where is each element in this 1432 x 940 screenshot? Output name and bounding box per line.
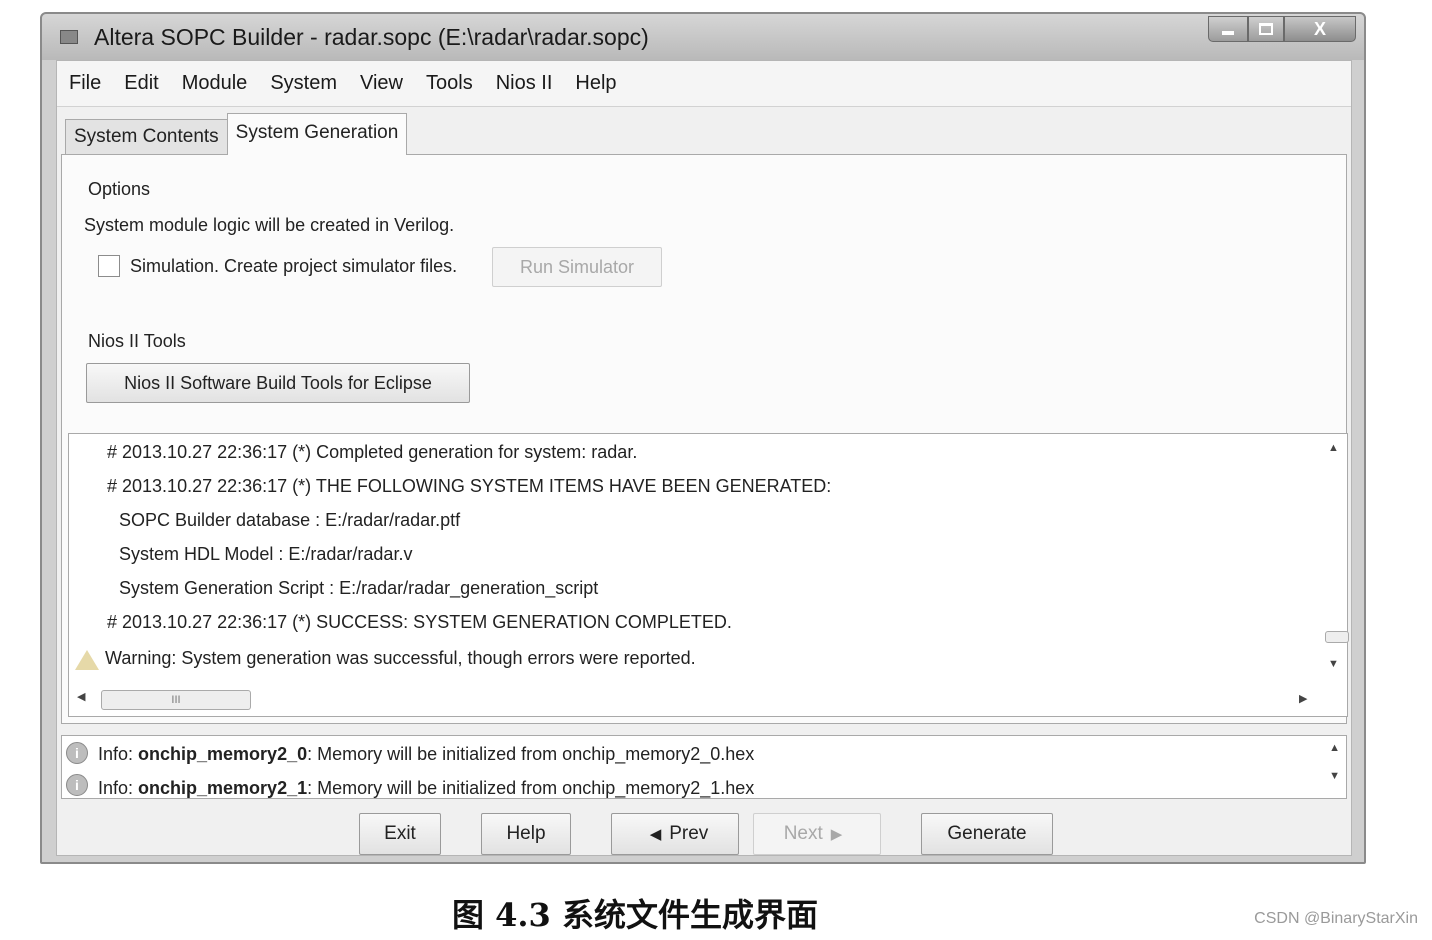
menu-bar: File Edit Module System View Tools Nios … bbox=[57, 61, 1351, 107]
tab-system-contents[interactable]: System Contents bbox=[65, 119, 228, 155]
menu-edit[interactable]: Edit bbox=[124, 72, 158, 95]
exit-button[interactable]: Exit bbox=[359, 813, 441, 855]
tab-bar: System Contents System Generation bbox=[65, 113, 408, 155]
prev-button[interactable]: ◀ Prev bbox=[611, 813, 739, 855]
app-icon bbox=[60, 30, 78, 44]
info-prefix: Info: bbox=[98, 778, 139, 798]
menu-file[interactable]: File bbox=[69, 72, 101, 95]
title-bar[interactable]: Altera SOPC Builder - radar.sopc (E:\rad… bbox=[42, 14, 1364, 60]
menu-tools[interactable]: Tools bbox=[426, 72, 473, 95]
tab-system-generation[interactable]: System Generation bbox=[226, 113, 408, 155]
info-prefix: Info: bbox=[98, 744, 139, 764]
log-line: # 2013.10.27 22:36:17 (*) THE FOLLOWING … bbox=[107, 476, 832, 496]
scroll-right-icon[interactable]: ▶ bbox=[1299, 692, 1307, 705]
info-component-name: onchip_memory2_1 bbox=[138, 778, 308, 798]
run-simulator-button[interactable]: Run Simulator bbox=[492, 247, 662, 287]
log-line: # 2013.10.27 22:36:17 (*) Completed gene… bbox=[107, 442, 638, 462]
close-icon: X bbox=[1313, 18, 1326, 39]
generation-log[interactable]: # 2013.10.27 22:36:17 (*) Completed gene… bbox=[68, 433, 1349, 717]
log-line: System Generation Script : E:/radar/rada… bbox=[119, 578, 599, 598]
options-heading: Options bbox=[88, 179, 151, 199]
menu-module[interactable]: Module bbox=[182, 72, 248, 95]
nios-tools-heading: Nios II Tools bbox=[88, 331, 186, 351]
minimize-button[interactable] bbox=[1208, 16, 1248, 42]
prev-label: Prev bbox=[669, 823, 709, 844]
system-generation-panel: Options System module logic will be crea… bbox=[61, 154, 1349, 724]
info-scroll-up-icon[interactable]: ▲ bbox=[1329, 742, 1340, 754]
info-icon: i bbox=[66, 774, 88, 796]
log-vertical-scrollbar[interactable]: ▲ ▼ bbox=[1321, 436, 1349, 676]
simulation-checkbox[interactable] bbox=[98, 255, 120, 277]
window-controls: X bbox=[1208, 16, 1356, 42]
log-line: # 2013.10.27 22:36:17 (*) SUCCESS: SYSTE… bbox=[107, 612, 732, 632]
menu-nios-ii[interactable]: Nios II bbox=[496, 72, 553, 95]
simulation-label: Simulation. Create project simulator fil… bbox=[130, 255, 458, 276]
log-line: System HDL Model : E:/radar/radar.v bbox=[119, 544, 413, 564]
help-button[interactable]: Help bbox=[481, 813, 571, 855]
info-icon: i bbox=[66, 742, 88, 764]
info-line: Info: onchip_memory2_1: Memory will be i… bbox=[98, 778, 755, 798]
info-messages[interactable]: i Info: onchip_memory2_0: Memory will be… bbox=[61, 735, 1347, 799]
menu-system[interactable]: System bbox=[270, 72, 337, 95]
next-button[interactable]: Next ▶ bbox=[753, 813, 881, 855]
log-line: SOPC Builder database : E:/radar/radar.p… bbox=[119, 510, 461, 530]
sopc-builder-window: Altera SOPC Builder - radar.sopc (E:\rad… bbox=[40, 12, 1366, 864]
log-horizontal-thumb[interactable]: III bbox=[101, 690, 251, 710]
close-button[interactable]: X bbox=[1284, 16, 1356, 42]
info-component-name: onchip_memory2_0 bbox=[138, 744, 308, 764]
watermark: CSDN @BinaryStarXin bbox=[1254, 910, 1418, 927]
next-arrow-icon: ▶ bbox=[830, 826, 843, 843]
window-title: Altera SOPC Builder - radar.sopc (E:\rad… bbox=[94, 24, 649, 50]
log-horizontal-scrollbar[interactable]: ◀ III ▶ bbox=[71, 688, 1311, 710]
log-vertical-thumb[interactable] bbox=[1325, 631, 1349, 643]
log-warning-line: Warning: System generation was successfu… bbox=[105, 648, 696, 668]
simulation-option: Simulation. Create project simulator fil… bbox=[98, 255, 457, 277]
figure-caption: 图 4.3 系统文件生成界面 bbox=[452, 896, 818, 934]
scroll-left-icon[interactable]: ◀ bbox=[77, 690, 85, 703]
next-label: Next bbox=[783, 823, 823, 844]
info-text: : Memory will be initialized from onchip… bbox=[307, 744, 755, 764]
minimize-icon bbox=[1222, 31, 1234, 35]
generate-button[interactable]: Generate bbox=[921, 813, 1053, 855]
info-scroll-down-icon[interactable]: ▼ bbox=[1329, 770, 1340, 782]
menu-view[interactable]: View bbox=[360, 72, 403, 95]
verilog-note: System module logic will be created in V… bbox=[84, 215, 455, 235]
info-text: : Memory will be initialized from onchip… bbox=[307, 778, 755, 798]
eclipse-tools-button[interactable]: Nios II Software Build Tools for Eclipse bbox=[86, 363, 470, 403]
warning-icon bbox=[75, 650, 99, 670]
maximize-icon bbox=[1259, 23, 1273, 35]
scroll-up-icon[interactable]: ▲ bbox=[1328, 442, 1339, 454]
info-line: Info: onchip_memory2_0: Memory will be i… bbox=[98, 744, 754, 765]
scroll-down-icon[interactable]: ▼ bbox=[1328, 658, 1339, 670]
client-area: File Edit Module System View Tools Nios … bbox=[56, 60, 1352, 856]
maximize-button[interactable] bbox=[1248, 16, 1284, 42]
menu-help[interactable]: Help bbox=[575, 72, 616, 95]
prev-arrow-icon: ◀ bbox=[649, 826, 662, 843]
